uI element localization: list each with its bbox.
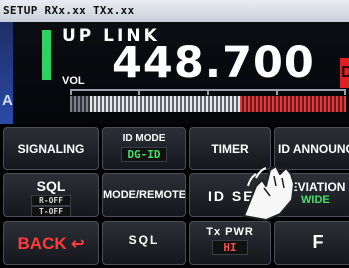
tx-power-value: HI (212, 240, 248, 255)
signaling-button[interactable]: SIGNALING (3, 127, 99, 170)
id-mode-value: DG-ID (121, 147, 167, 162)
signaling-label: SIGNALING (17, 142, 85, 156)
signal-bar (42, 30, 51, 80)
scale-ticks (70, 89, 346, 95)
vfo-letter: A (2, 92, 13, 109)
level-scale-start (70, 96, 90, 112)
id-mode-button[interactable]: ID MODE DG-ID (102, 127, 186, 170)
level-scale-red-zone (240, 96, 346, 112)
f-key-button[interactable]: F (274, 221, 349, 265)
sql-r-value: R-OFF (31, 195, 71, 206)
pointing-hand-icon (243, 165, 295, 221)
mode-remote-label: MODE/REMOTE (103, 189, 186, 201)
tx-power-label: Tx PWR (206, 226, 254, 238)
mode-remote-button[interactable]: MODE/REMOTE (102, 173, 186, 217)
back-button[interactable]: BACK ↩ (3, 221, 99, 265)
sql-button[interactable]: SQL (102, 221, 186, 265)
transceiver-screen: SETUP RXx.xx TXx.xx A UP LINK VOL 448.70… (0, 0, 349, 268)
tx-power-button[interactable]: Tx PWR HI (189, 221, 271, 265)
frequency-display: A UP LINK VOL 448.700 DN (0, 22, 349, 124)
id-mode-label: ID MODE (122, 133, 166, 144)
id-announce-label: ID ANNOUNCE (278, 142, 349, 156)
sql-setting-label: SQL (36, 178, 66, 194)
back-label: BACK (17, 234, 67, 253)
timer-label: TIMER (211, 142, 249, 156)
status-bar: SETUP RXx.xx TXx.xx (0, 0, 349, 22)
back-arrow-icon: ↩ (71, 236, 85, 253)
frequency-readout: 448.700 (112, 38, 315, 88)
volume-label: VOL (62, 75, 85, 87)
mode-badge: DN (340, 58, 349, 88)
f-key-label: F (312, 232, 324, 252)
sql-button-label: SQL (128, 233, 160, 247)
sql-setting-button[interactable]: SQL R-OFF T-OFF (3, 173, 99, 217)
sql-t-value: T-OFF (31, 206, 71, 216)
